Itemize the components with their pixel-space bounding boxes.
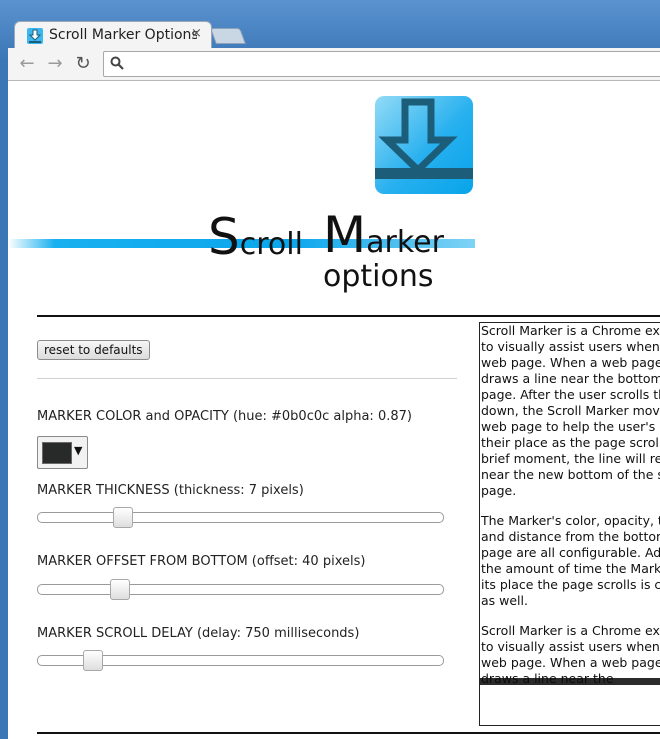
download-arrow-logo-icon [369, 98, 473, 179]
reset-to-defaults-button[interactable]: reset to defaults [37, 340, 150, 360]
delay-slider-thumb[interactable] [83, 650, 103, 671]
marker-thickness-label: MARKER THICKNESS (thickness: 7 pixels) [37, 483, 304, 498]
dropdown-arrow-icon: ▼ [74, 444, 83, 457]
bottom-divider [37, 732, 660, 734]
delay-slider[interactable] [37, 650, 444, 671]
title-scroll: Scroll [208, 208, 303, 266]
thickness-slider-thumb[interactable] [113, 507, 133, 528]
back-arrow-icon[interactable]: ← [16, 53, 38, 74]
offset-slider-thumb[interactable] [110, 579, 130, 600]
marker-color-label: MARKER COLOR and OPACITY (hue: #0b0c0c a… [37, 409, 412, 424]
title-options: options [323, 259, 434, 294]
options-page: Scroll Marker options reset to defaults … [8, 81, 660, 739]
color-picker-dropdown[interactable]: ▼ [37, 436, 88, 469]
thickness-slider[interactable] [37, 507, 444, 528]
browser-toolbar: ← → ↻ [8, 48, 660, 81]
marker-offset-label: MARKER OFFSET FROM BOTTOM (offset: 40 pi… [37, 554, 366, 569]
description-panel[interactable]: Scroll Marker is a Chrome extension used… [479, 322, 660, 726]
reload-icon[interactable]: ↻ [72, 53, 94, 74]
title-marker: Marker [323, 206, 444, 264]
address-bar[interactable] [103, 51, 660, 77]
tab-title: Scroll Marker Options [49, 27, 197, 43]
forward-arrow-icon[interactable]: → [44, 53, 66, 74]
browser-tab[interactable]: Scroll Marker Options × [14, 21, 212, 50]
color-swatch [42, 442, 72, 464]
description-paragraph: The Marker's color, opacity, thickness, … [481, 513, 660, 608]
tab-close-icon[interactable]: × [191, 26, 202, 41]
search-icon [110, 56, 124, 70]
browser-frame: Scroll Marker Options × ← → ↻ Scroll Mar… [0, 0, 660, 739]
marker-delay-label: MARKER SCROLL DELAY (delay: 750 millisec… [37, 626, 360, 641]
offset-slider[interactable] [37, 579, 444, 600]
download-arrow-icon [27, 28, 43, 44]
new-tab-button[interactable] [210, 28, 246, 44]
top-divider [37, 315, 660, 317]
description-paragraph: Scroll Marker is a Chrome extension used… [481, 323, 660, 498]
section-separator [37, 378, 457, 379]
scroll-marker-logo [369, 96, 473, 194]
scroll-marker-preview-line [480, 678, 660, 685]
